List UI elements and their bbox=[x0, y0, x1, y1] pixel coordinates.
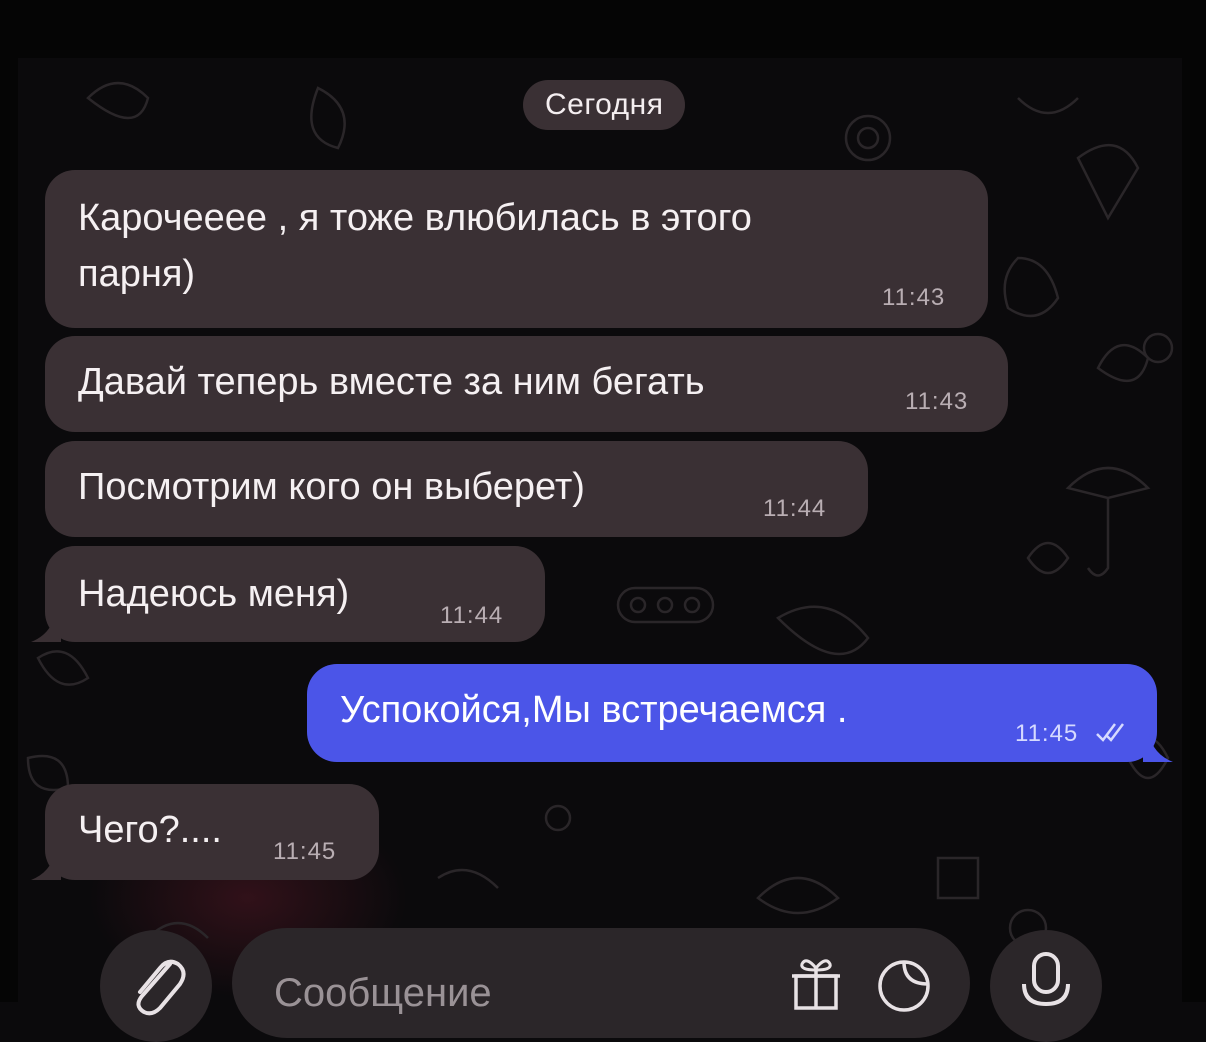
message-text-line: парня) bbox=[78, 253, 196, 295]
incoming-message[interactable]: Карочееее , я тоже влюбилась в этого пар… bbox=[45, 170, 988, 328]
incoming-message[interactable]: Посмотрим кого он выберет) 11:44 bbox=[45, 441, 868, 537]
message-text-line: Карочееее , я тоже влюбилась в этого bbox=[78, 197, 752, 239]
bubble-tail bbox=[31, 852, 61, 880]
message-input[interactable] bbox=[272, 962, 746, 1024]
message-composer bbox=[0, 920, 1206, 1042]
message-text: Надеюсь меня) bbox=[78, 573, 350, 615]
message-input-field[interactable] bbox=[232, 928, 970, 1038]
incoming-message[interactable]: Надеюсь меня) 11:44 bbox=[31, 546, 545, 642]
message-time: 11:44 bbox=[440, 602, 504, 629]
message-text: Давай теперь вместе за ним бегать bbox=[78, 361, 705, 403]
attach-button[interactable] bbox=[100, 930, 212, 1042]
message-time: 11:43 bbox=[882, 284, 946, 311]
voice-message-button[interactable] bbox=[990, 930, 1102, 1042]
date-separator: Сегодня bbox=[523, 80, 686, 130]
message-time: 11:45 bbox=[273, 838, 337, 865]
incoming-message[interactable]: Чего?.... 11:45 bbox=[31, 784, 379, 880]
top-dark-edge bbox=[0, 0, 1206, 58]
message-time: 11:45 bbox=[1015, 720, 1079, 747]
message-text: Чего?.... bbox=[78, 809, 222, 851]
message-text: Посмотрим кого он выберет) bbox=[78, 466, 585, 508]
paperclip-icon bbox=[136, 959, 186, 1016]
message-time: 11:43 bbox=[905, 388, 969, 415]
message-text: Успокойся,Мы встречаемся . bbox=[340, 689, 848, 731]
bubble-tail bbox=[31, 614, 61, 642]
microphone-icon bbox=[1022, 952, 1070, 1007]
incoming-message[interactable]: Давай теперь вместе за ним бегать 11:43 bbox=[45, 336, 1008, 432]
message-time: 11:44 bbox=[763, 495, 827, 522]
sticker-icon[interactable] bbox=[874, 954, 934, 1014]
left-dark-edge bbox=[0, 0, 18, 1002]
outgoing-message[interactable]: Успокойся,Мы встречаемся . 11:45 bbox=[307, 664, 1173, 762]
read-double-check-icon bbox=[1096, 723, 1124, 742]
bubble-tail bbox=[1143, 734, 1173, 762]
right-dark-edge bbox=[1182, 0, 1206, 1002]
